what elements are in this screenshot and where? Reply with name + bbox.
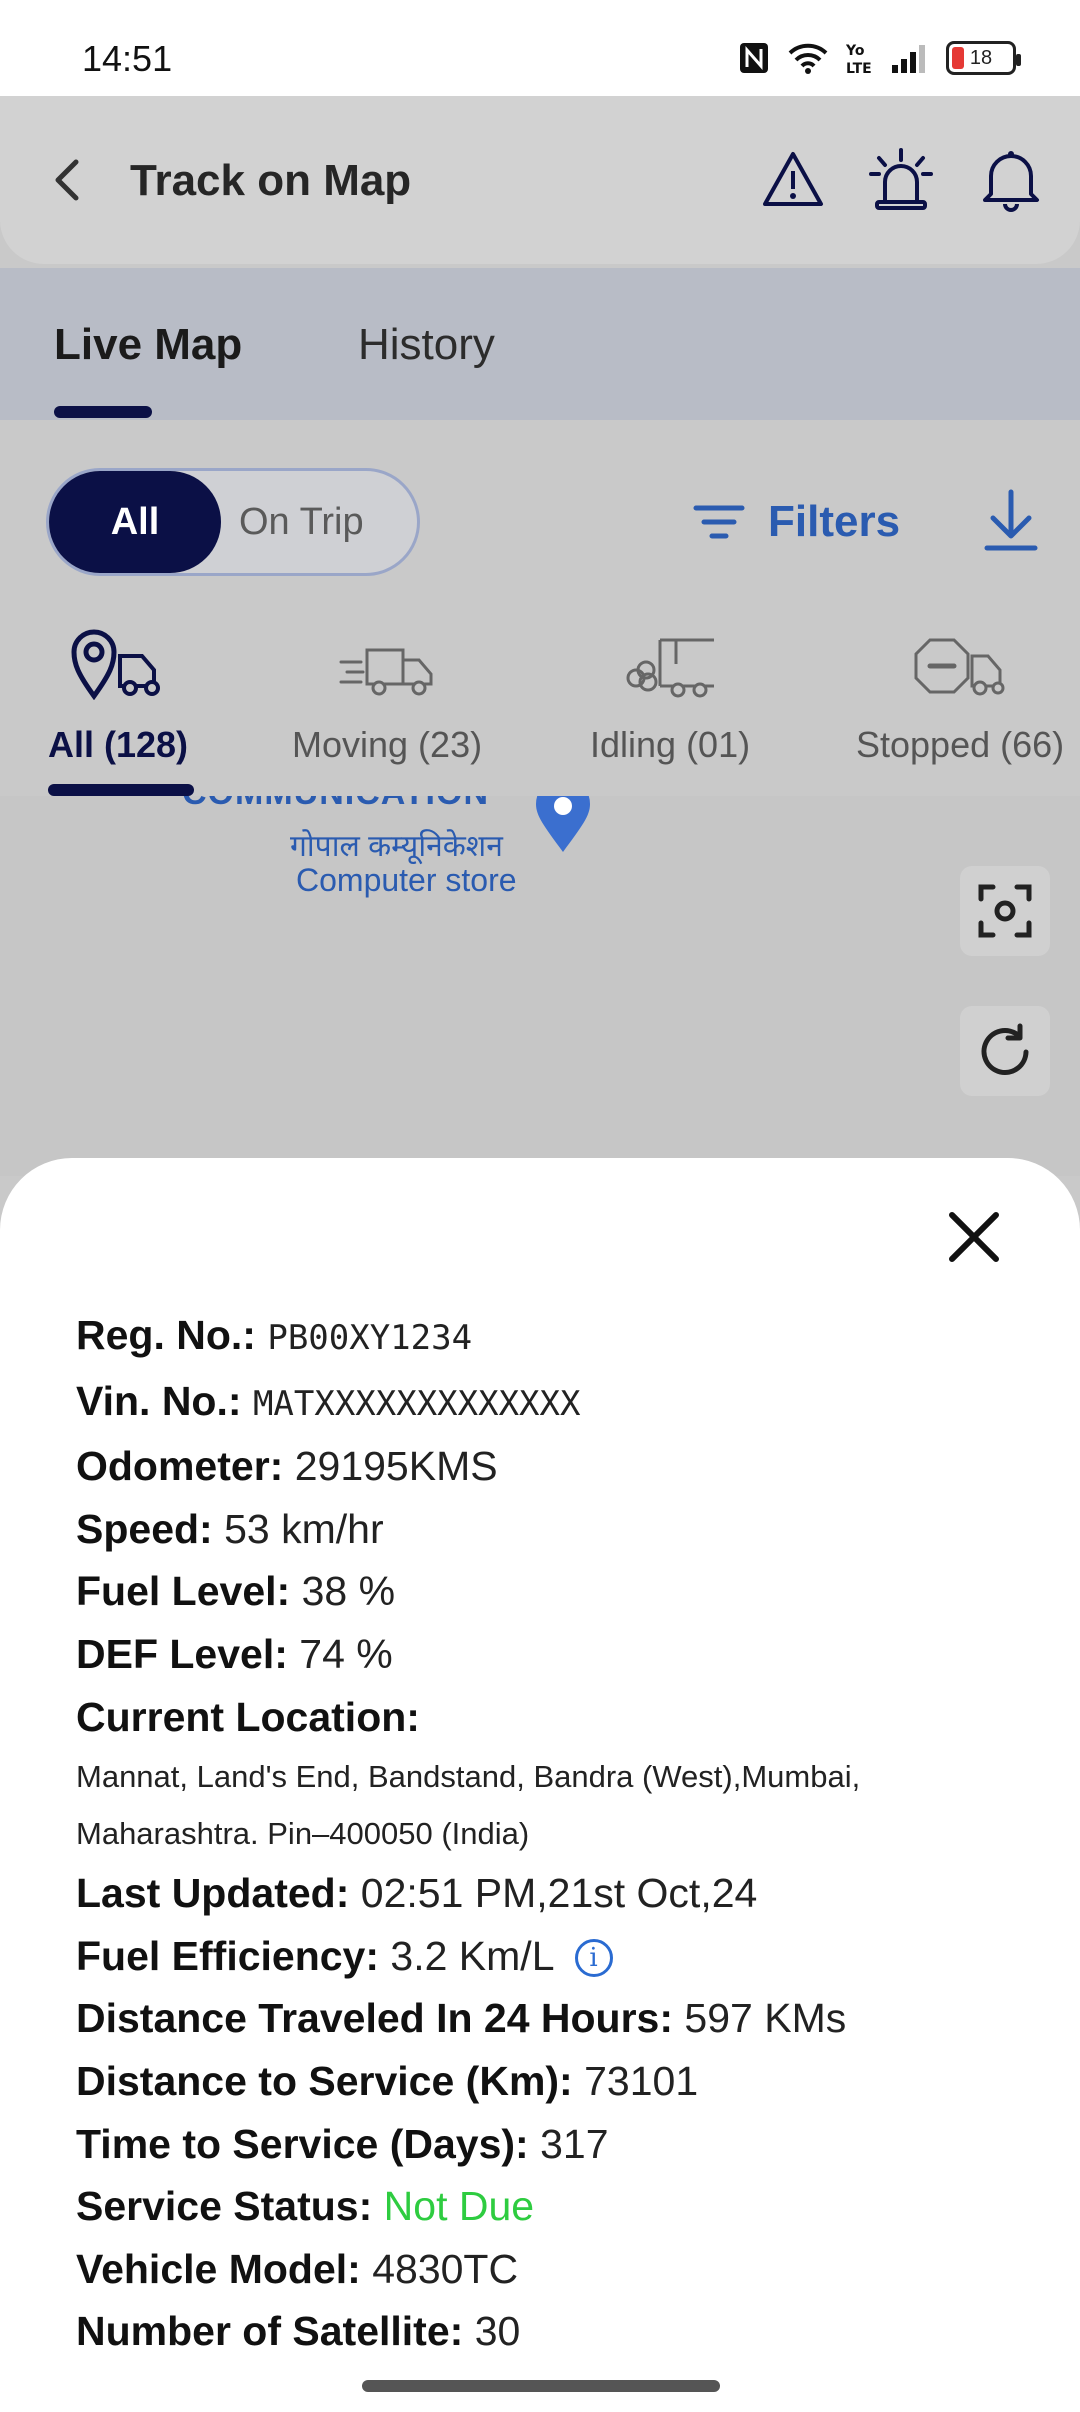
close-button[interactable] bbox=[946, 1202, 1002, 1272]
status-bar: 14:51 Yo LTE 18 bbox=[0, 0, 1080, 96]
vehicle-tab-all-label: All (128) bbox=[48, 724, 189, 765]
vehicle-tab-idling-label: Idling (01) bbox=[590, 724, 751, 765]
detail-fuel-level: Fuel Level: 38 % bbox=[76, 1568, 396, 1615]
detail-distance-24h: Distance Traveled In 24 Hours: 597 KMs bbox=[76, 1995, 847, 2042]
filters-button[interactable]: Filters bbox=[692, 490, 900, 554]
tab-bar: Live Map History bbox=[0, 268, 1080, 420]
detail-def-level: DEF Level: 74 % bbox=[76, 1630, 393, 1677]
tab-history[interactable]: History bbox=[358, 320, 495, 370]
vehicle-tab-stopped[interactable]: Stopped (66) bbox=[856, 620, 1064, 766]
detail-distance-to-service: Distance to Service (Km): 73101 bbox=[76, 2057, 699, 2104]
app-header: Track on Map bbox=[0, 96, 1080, 264]
vehicle-details: Reg. No.: PB00XY1234 Vin. No.: MATXXXXXX… bbox=[76, 1304, 1036, 2363]
detail-vehicle-model: Vehicle Model: 4830TC bbox=[76, 2245, 519, 2292]
vehicle-tab-moving[interactable]: Moving (23) bbox=[292, 620, 482, 766]
wifi-icon bbox=[788, 40, 828, 76]
toggle-all[interactable]: All bbox=[49, 471, 221, 573]
vehicle-details-sheet: Reg. No.: PB00XY1234 Vin. No.: MATXXXXXX… bbox=[0, 1158, 1080, 2412]
status-icons: Yo LTE 18 bbox=[738, 40, 1021, 76]
close-icon bbox=[949, 1212, 999, 1262]
siren-icon bbox=[869, 148, 933, 210]
download-button[interactable] bbox=[976, 486, 1046, 556]
vehicle-tab-indicator bbox=[48, 784, 194, 796]
notifications-button[interactable] bbox=[976, 144, 1046, 214]
detail-last-updated: Last Updated: 02:51 PM,21st Oct,24 bbox=[76, 1870, 758, 1917]
detail-satellites: Number of Satellite: 30 bbox=[76, 2308, 521, 2355]
detail-time-to-service: Time to Service (Days): 317 bbox=[76, 2120, 609, 2167]
chevron-left-icon bbox=[55, 159, 79, 201]
bell-icon bbox=[983, 151, 1039, 212]
battery-level: 18 bbox=[969, 46, 993, 69]
toggle-on-trip[interactable]: On Trip bbox=[239, 471, 364, 573]
vehicle-tab-moving-label: Moving (23) bbox=[292, 724, 483, 765]
map-place-type: Computer store bbox=[296, 862, 517, 898]
warning-button[interactable] bbox=[758, 144, 828, 214]
filter-icon bbox=[693, 505, 745, 539]
page-title: Track on Map bbox=[130, 156, 412, 205]
vehicle-tab-idling[interactable]: Idling (01) bbox=[590, 620, 750, 766]
focus-button[interactable] bbox=[960, 866, 1050, 956]
map-pin-icon[interactable] bbox=[530, 796, 596, 859]
download-icon bbox=[984, 489, 1038, 551]
detail-fuel-efficiency: Fuel Efficiency: 3.2 Km/L i bbox=[76, 1925, 1036, 1988]
tab-indicator bbox=[54, 406, 152, 418]
status-time: 14:51 bbox=[82, 38, 173, 79]
volte-icon: Yo LTE bbox=[846, 40, 872, 76]
vehicle-tab-stopped-label: Stopped (66) bbox=[856, 724, 1065, 765]
location-truck-icon bbox=[68, 620, 168, 700]
alarm-button[interactable] bbox=[866, 144, 936, 214]
status-badge: Not Due bbox=[383, 2183, 535, 2230]
detail-reg-no: Reg. No.: PB00XY1234 bbox=[76, 1312, 473, 1358]
detail-vin-no: Vin. No.: MATXXXXXXXXXXXXX bbox=[76, 1377, 581, 1424]
detail-speed: Speed: 53 km/hr bbox=[76, 1505, 384, 1552]
screenshot-icon bbox=[978, 884, 1032, 938]
vehicle-status-tabs: All (128) Moving (23) Idling (01) Stoppe… bbox=[0, 620, 1080, 796]
trip-toggle: All On Trip bbox=[46, 468, 420, 576]
battery-icon: 18 bbox=[946, 41, 1021, 75]
signal-icon bbox=[890, 40, 928, 76]
nfc-icon bbox=[738, 40, 770, 76]
map-view[interactable]: COMMUNICATION गोपाल कम्यूनिकेशन Computer… bbox=[0, 796, 1080, 1176]
map-place-name: COMMUNICATION bbox=[182, 796, 489, 813]
vehicle-tab-all[interactable]: All (128) bbox=[48, 620, 188, 766]
moving-truck-icon bbox=[337, 620, 437, 700]
warning-icon bbox=[763, 152, 823, 206]
back-button[interactable] bbox=[40, 152, 96, 208]
home-indicator[interactable] bbox=[362, 2380, 720, 2392]
location-address-line1: Mannat, Land's End, Bandstand, Bandra (W… bbox=[76, 1759, 861, 1795]
svg-text:LTE: LTE bbox=[846, 61, 872, 75]
detail-current-location: Current Location: bbox=[76, 1693, 420, 1740]
map-place-name-hindi: गोपाल कम्यूनिकेशन bbox=[290, 830, 503, 863]
detail-odometer: Odometer: 29195KMS bbox=[76, 1443, 498, 1490]
idling-truck-icon bbox=[620, 620, 720, 700]
svg-text:Yo: Yo bbox=[846, 43, 865, 59]
detail-service-status: Service Status: Not Due bbox=[76, 2183, 535, 2230]
location-address-line2: Maharashtra. Pin–400050 (India) bbox=[76, 1816, 530, 1852]
stopped-truck-icon bbox=[910, 620, 1010, 700]
refresh-icon bbox=[981, 1023, 1029, 1075]
filters-label: Filters bbox=[768, 497, 901, 546]
tab-live-map[interactable]: Live Map bbox=[54, 320, 242, 370]
info-icon[interactable]: i bbox=[574, 1938, 613, 1977]
refresh-button[interactable] bbox=[960, 1006, 1050, 1096]
